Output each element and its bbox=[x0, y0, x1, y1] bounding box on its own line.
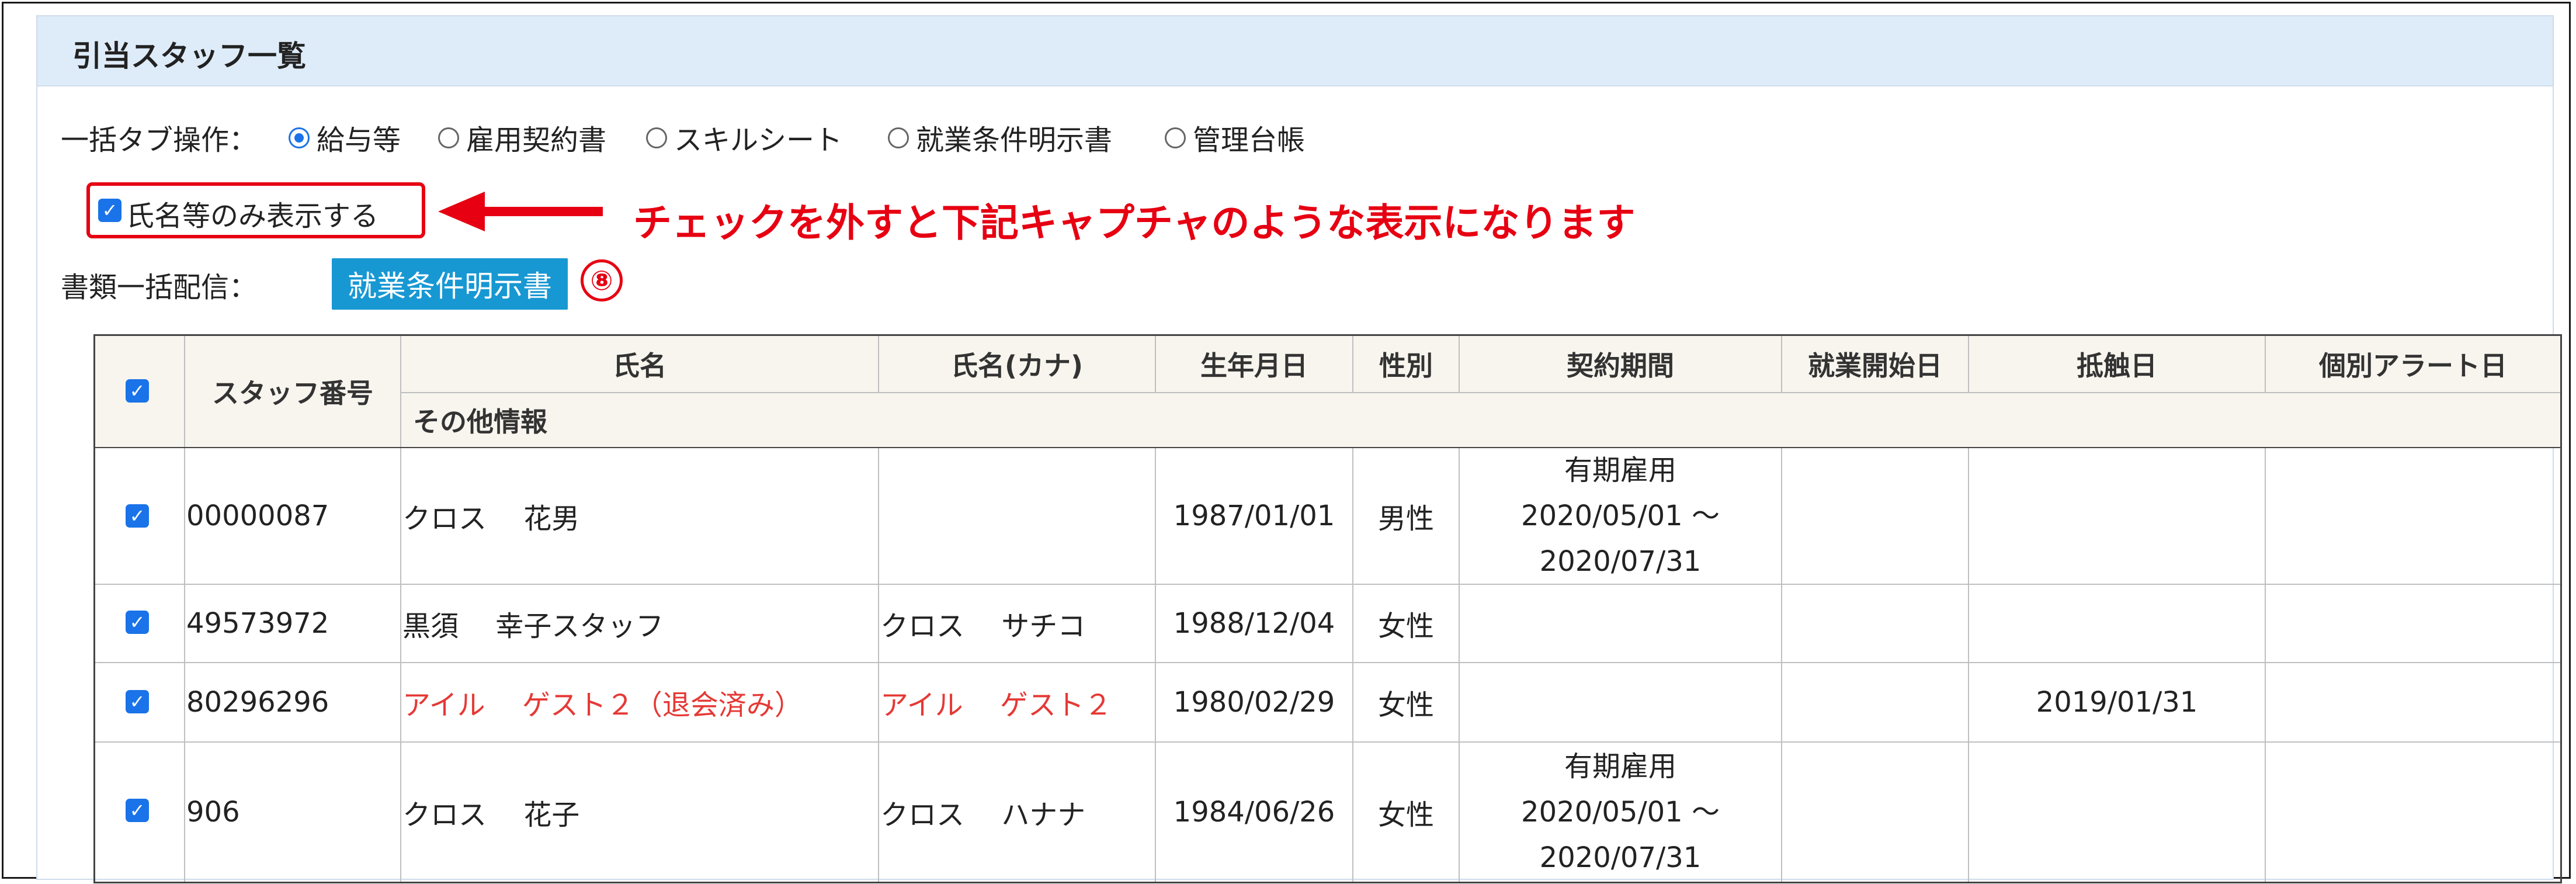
cell-staff-no[interactable]: 906 bbox=[186, 743, 240, 882]
radio-working-conditions-label[interactable]: 就業条件明示書 bbox=[916, 117, 1112, 158]
cell-name[interactable]: アイル ゲスト２（退会済み） bbox=[402, 663, 803, 741]
cell-gender: 女性 bbox=[1377, 610, 1434, 643]
panel-title: 引当スタッフ一覧 bbox=[72, 39, 306, 73]
tab-operation-label: 一括タブ操作： bbox=[61, 124, 258, 157]
row-checkbox[interactable]: ✓ bbox=[126, 611, 149, 634]
radio-skill-sheet[interactable] bbox=[646, 127, 667, 148]
cell-conflict-date: 2019/01/31 bbox=[2036, 686, 2198, 719]
radio-employment-contract-label[interactable]: 雇用契約書 bbox=[466, 117, 606, 158]
check-icon: ✓ bbox=[102, 199, 118, 221]
cell-staff-no[interactable]: 00000087 bbox=[186, 448, 329, 584]
check-icon: ✓ bbox=[129, 505, 145, 527]
col-divider bbox=[2265, 447, 2266, 882]
radio-management-ledger[interactable] bbox=[1165, 127, 1186, 148]
cell-birthdate: 1987/01/01 bbox=[1173, 500, 1335, 532]
check-icon: ✓ bbox=[129, 799, 145, 821]
cell-staff-no[interactable]: 80296296 bbox=[186, 663, 329, 741]
row-checkbox[interactable]: ✓ bbox=[126, 799, 149, 822]
cell-gender: 男性 bbox=[1377, 502, 1434, 535]
check-icon: ✓ bbox=[129, 691, 145, 713]
cell-kana: クロス サチコ bbox=[880, 610, 1086, 643]
cell-kana: クロス ハナナ bbox=[880, 799, 1086, 831]
subheader-other-info: その他情報 bbox=[413, 406, 547, 438]
panel-header: 引当スタッフ一覧 bbox=[37, 16, 2553, 86]
header-gender[interactable]: 性別 bbox=[1353, 336, 1459, 392]
staff-list-panel: 引当スタッフ一覧 一括タブ操作： 給与等 雇用契約書 スキルシート 就業条件明示… bbox=[36, 15, 2562, 883]
cell-staff-no[interactable]: 49573972 bbox=[186, 585, 329, 662]
staff-table: ✓ スタッフ番号 氏名 氏名(カナ) 生年月日 性別 契約期間 就業開始日 抵触… bbox=[93, 334, 2562, 883]
contract-end: 2020/07/31 bbox=[1539, 841, 1702, 874]
step-number-badge: ⑧ bbox=[581, 259, 623, 301]
arrow-left-icon bbox=[438, 192, 485, 231]
header-contract-period[interactable]: 契約期間 bbox=[1460, 336, 1781, 392]
row-checkbox[interactable]: ✓ bbox=[126, 690, 149, 713]
contract-type: 有期雇用 bbox=[1564, 454, 1676, 487]
col-divider bbox=[1781, 447, 1782, 882]
cell-birthdate: 1988/12/04 bbox=[1173, 607, 1335, 640]
contract-start: 2020/05/01 〜 bbox=[1521, 796, 1720, 828]
radio-skill-sheet-label[interactable]: スキルシート bbox=[674, 117, 842, 158]
cell-gender: 女性 bbox=[1377, 689, 1434, 722]
cell-contract-period: 有期雇用 2020/05/01 〜 2020/07/31 bbox=[1460, 448, 1781, 584]
header-name[interactable]: 氏名 bbox=[401, 336, 878, 392]
cell-contract-period: 有期雇用 2020/05/01 〜 2020/07/31 bbox=[1460, 743, 1781, 882]
col-divider bbox=[878, 447, 879, 882]
contract-start: 2020/05/01 〜 bbox=[1521, 500, 1720, 532]
header-staff-no[interactable]: スタッフ番号 bbox=[185, 336, 400, 447]
contract-end: 2020/07/31 bbox=[1539, 545, 1702, 578]
cell-name[interactable]: 黒須 幸子スタッフ bbox=[402, 585, 664, 662]
radio-management-ledger-label[interactable]: 管理台帳 bbox=[1193, 117, 1305, 158]
annotation-text: チェックを外すと下記キャプチャのような表示になります bbox=[633, 200, 1636, 245]
screenshot-frame: 引当スタッフ一覧 一括タブ操作： 給与等 雇用契約書 スキルシート 就業条件明示… bbox=[2, 2, 2571, 883]
radio-salary[interactable] bbox=[289, 127, 310, 148]
row-divider bbox=[400, 392, 2560, 393]
select-all-checkbox[interactable]: ✓ bbox=[126, 379, 149, 403]
contract-type: 有期雇用 bbox=[1564, 750, 1676, 783]
radio-working-conditions[interactable] bbox=[888, 127, 909, 148]
check-icon: ✓ bbox=[129, 611, 145, 633]
working-conditions-distribution-button[interactable]: 就業条件明示書 bbox=[332, 258, 568, 310]
cell-birthdate: 1980/02/29 bbox=[1173, 686, 1335, 719]
radio-employment-contract[interactable] bbox=[438, 127, 459, 148]
cell-birthdate: 1984/06/26 bbox=[1173, 796, 1335, 828]
arrow-shaft bbox=[481, 207, 603, 216]
radio-salary-label[interactable]: 給与等 bbox=[317, 117, 401, 158]
header-start-date[interactable]: 就業開始日 bbox=[1782, 336, 1968, 392]
cell-kana: アイル ゲスト２ bbox=[880, 689, 1112, 722]
cell-name[interactable]: クロス 花男 bbox=[402, 448, 579, 584]
cell-gender: 女性 bbox=[1377, 799, 1434, 831]
bulk-distribution-label: 書類一括配信： bbox=[61, 271, 258, 304]
col-divider bbox=[400, 336, 401, 882]
header-kana[interactable]: 氏名(カナ) bbox=[879, 336, 1155, 392]
name-only-checkbox-label[interactable]: 氏名等のみ表示する bbox=[126, 193, 379, 234]
row-checkbox[interactable]: ✓ bbox=[126, 504, 149, 528]
name-only-checkbox[interactable]: ✓ bbox=[98, 199, 121, 222]
check-icon: ✓ bbox=[129, 380, 145, 402]
header-conflict-date[interactable]: 抵触日 bbox=[1969, 336, 2265, 392]
header-alert-date[interactable]: 個別アラート日 bbox=[2266, 336, 2560, 392]
header-birthdate[interactable]: 生年月日 bbox=[1156, 336, 1352, 392]
cell-name[interactable]: クロス 花子 bbox=[402, 743, 579, 882]
